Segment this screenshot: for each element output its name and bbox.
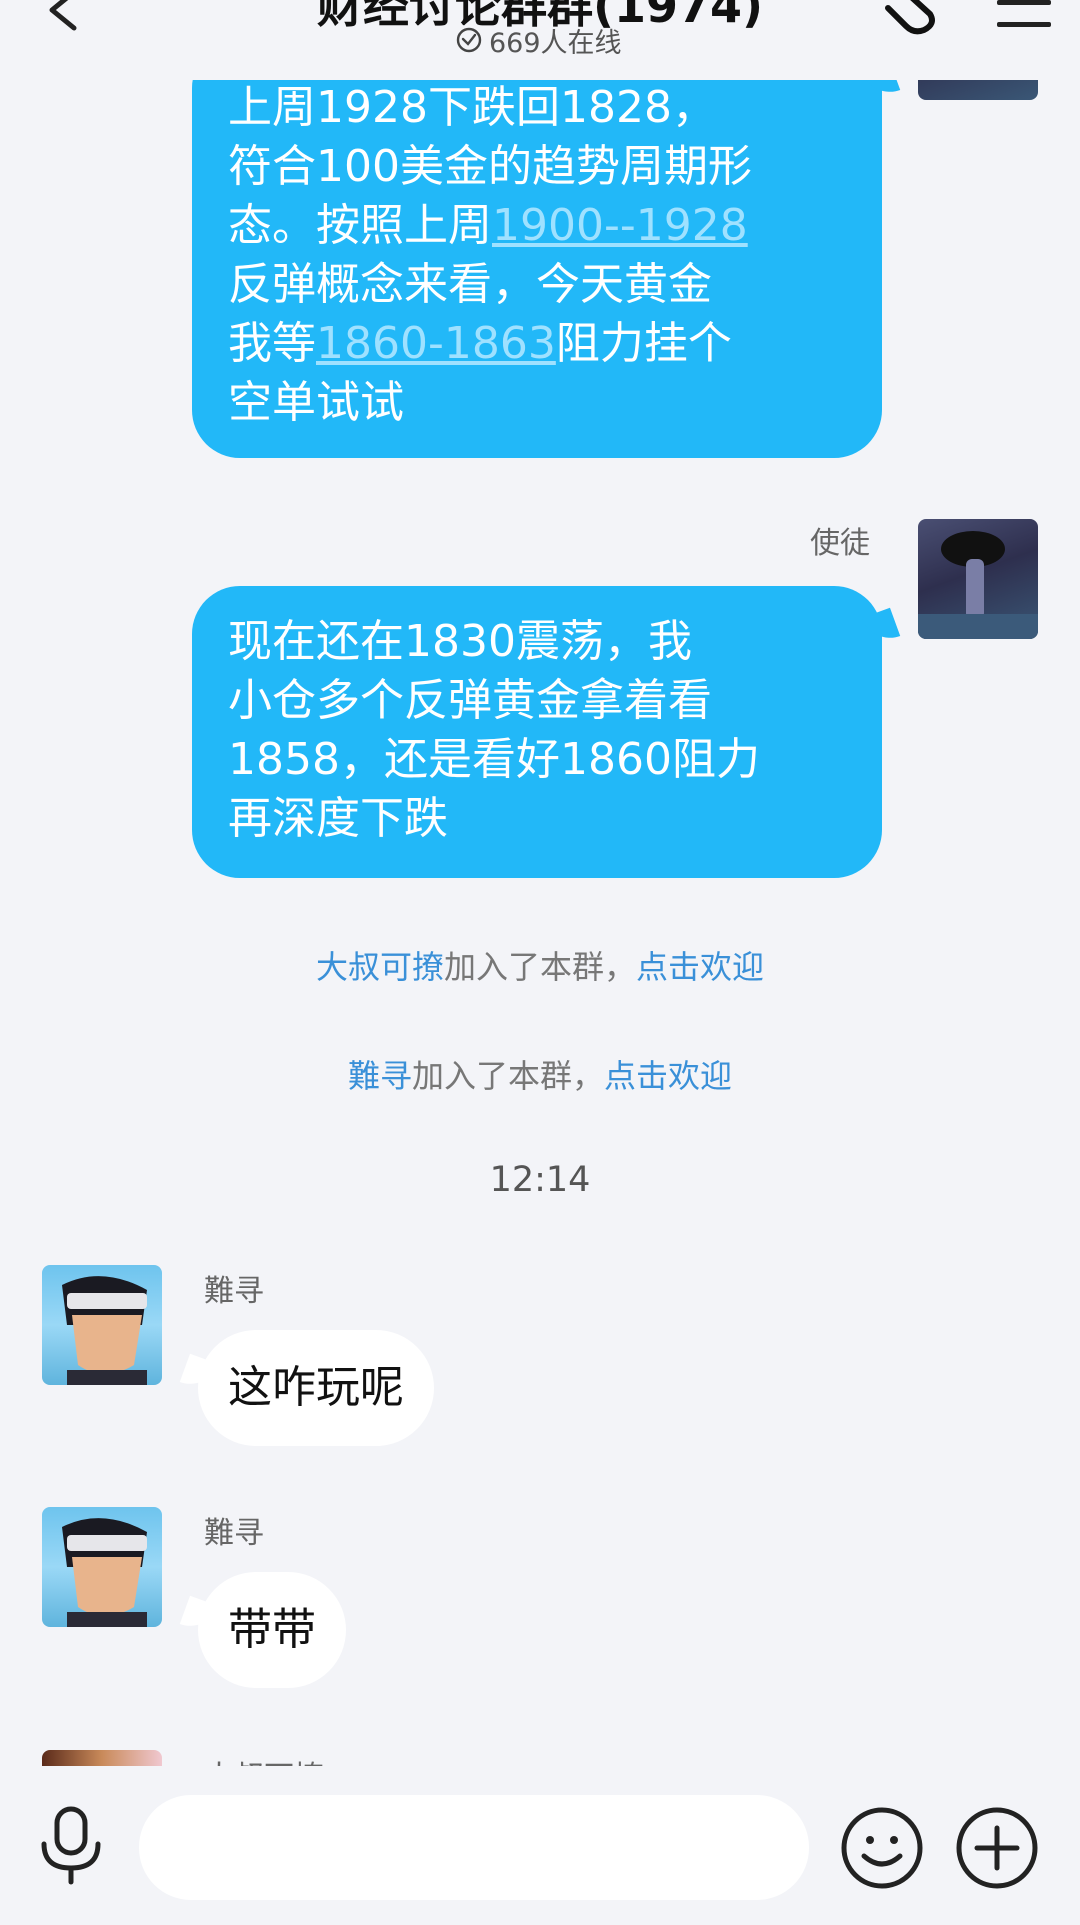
message-line: 空单试试 xyxy=(228,373,846,432)
timestamp: 12:14 xyxy=(489,1160,591,1200)
menu-icon[interactable] xyxy=(997,0,1051,30)
message-line: 现在还在1830震荡，我 xyxy=(228,612,846,671)
message-bubble-incoming[interactable]: 带带 xyxy=(179,1572,346,1688)
system-join-notice: 大叔可撩加入了本群，点击欢迎 xyxy=(0,942,1080,988)
join-text: 加入了本群， xyxy=(443,948,636,986)
message-text-segment: 态。按照上周 xyxy=(228,200,492,251)
message-text: 现在还在1830震荡，我 小仓多个反弹黄金拿着看 1858，还是看好1860阻力 再深… xyxy=(228,612,846,848)
message-text-segment: 反弹概念来看，今天黄金 xyxy=(228,259,712,310)
message-text-segment: 上周1928下跌回1828， xyxy=(228,82,716,133)
bubble-tail xyxy=(861,607,901,647)
message-line: 反弹概念来看，今天黄金 xyxy=(228,255,846,314)
check-circle-icon xyxy=(456,27,482,53)
price-range-link[interactable]: 1900--1928 xyxy=(492,200,748,251)
message-text: 上周1928下跌回1828， 符合100美金的趋势周期形 态。按照上周1900--1… xyxy=(228,78,846,432)
welcome-link[interactable]: 点击欢迎 xyxy=(604,1057,732,1095)
message-text-segment: 再深度下跌 xyxy=(228,793,448,844)
member-name-link[interactable]: 大叔可撩 xyxy=(316,948,444,986)
sender-name: 使徒 xyxy=(810,526,870,561)
bubble-tail xyxy=(179,1353,219,1393)
message-text-segment: 现在还在1830震荡，我 xyxy=(228,616,692,667)
sender-name: 難寻 xyxy=(204,1274,264,1309)
price-range-link[interactable]: 1860-1863 xyxy=(316,318,556,369)
avatar[interactable] xyxy=(42,1507,162,1627)
join-text: 加入了本群， xyxy=(411,1057,604,1095)
sender-name: 難寻 xyxy=(204,1516,264,1551)
online-count-label: 669人在线 xyxy=(489,27,622,59)
message-text-segment: 我等 xyxy=(228,318,316,369)
avatar[interactable] xyxy=(42,1750,162,1766)
message-line: 小仓多个反弹黄金拿着看 xyxy=(228,671,846,730)
bubble-tail xyxy=(179,1595,219,1635)
message-text-segment: 符合100美金的趋势周期形 xyxy=(228,141,752,192)
message-text-segment: 小仓多个反弹黄金拿着看 xyxy=(228,675,712,726)
input-bar xyxy=(0,1766,1080,1925)
welcome-link[interactable]: 点击欢迎 xyxy=(636,948,764,986)
message-text: 这咋玩呢 xyxy=(228,1362,404,1413)
avatar[interactable] xyxy=(42,1265,162,1385)
message-text-segment: 空单试试 xyxy=(228,377,404,428)
message-bubble-outgoing[interactable]: 上周1928下跌回1828， 符合100美金的趋势周期形 态。按照上周1900--1… xyxy=(192,40,901,458)
member-name-link[interactable]: 難寻 xyxy=(348,1057,412,1095)
message-bubble-incoming[interactable]: 这咋玩呢 xyxy=(179,1330,434,1446)
microphone-icon[interactable] xyxy=(38,1806,104,1886)
message-line: 再深度下跌 xyxy=(228,789,846,848)
chat-header: 财经讨论群群(1974) 669人在线 xyxy=(0,0,1080,80)
back-arrow-icon[interactable] xyxy=(44,0,84,40)
group-doc-icon[interactable] xyxy=(870,0,940,40)
message-line: 上周1928下跌回1828， xyxy=(228,78,846,137)
plus-icon[interactable] xyxy=(955,1806,1039,1890)
system-join-notice: 難寻加入了本群，点击欢迎 xyxy=(0,1051,1080,1097)
message-text-segment: 1858，还是看好1860阻力 xyxy=(228,734,760,785)
message-line: 我等1860-1863阻力挂个 xyxy=(228,314,846,373)
message-bubble-outgoing[interactable]: 现在还在1830震荡，我 小仓多个反弹黄金拿着看 1858，还是看好1860阻力 再深… xyxy=(192,586,901,878)
avatar[interactable] xyxy=(918,519,1038,639)
message-line: 1858，还是看好1860阻力 xyxy=(228,730,846,789)
message-line: 态。按照上周1900--1928 xyxy=(228,196,846,255)
sender-name-clipped: 大叔可撩 xyxy=(204,1740,324,1766)
avatar-image xyxy=(918,531,1038,639)
message-line: 符合100美金的趋势周期形 xyxy=(228,137,846,196)
message-text: 带带 xyxy=(228,1604,316,1655)
avatar-image xyxy=(62,1518,147,1627)
message-text-segment: 阻力挂个 xyxy=(555,318,732,369)
emoji-icon[interactable] xyxy=(840,1806,924,1890)
message-input[interactable] xyxy=(139,1795,809,1900)
online-count: 669人在线 xyxy=(455,20,622,60)
avatar-image xyxy=(62,1276,147,1385)
